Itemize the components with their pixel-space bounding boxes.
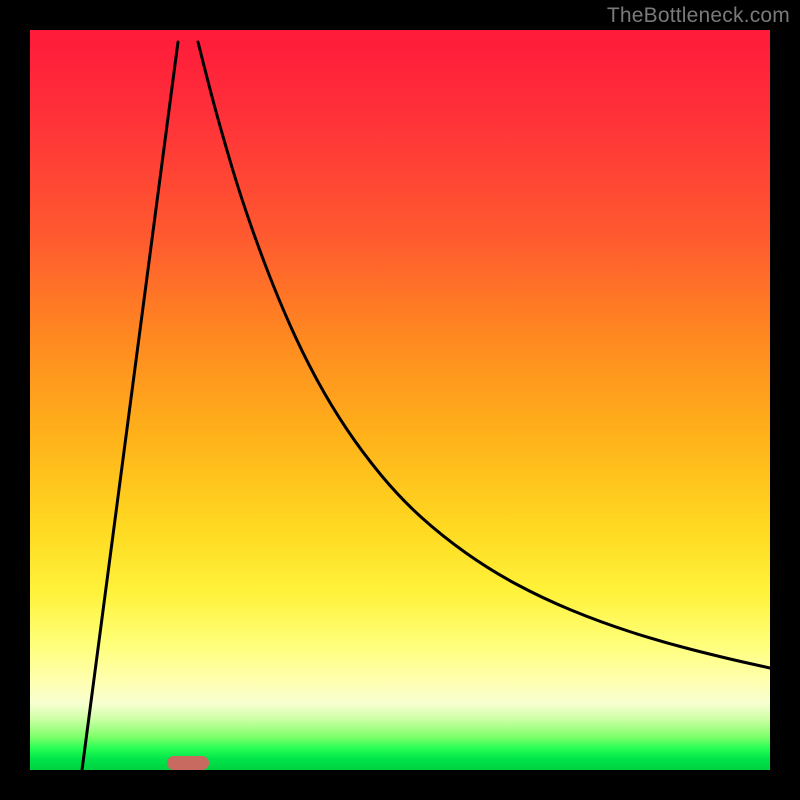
left-line [82,42,178,770]
watermark-text: TheBottleneck.com [607,4,790,28]
bottleneck-marker [167,756,209,770]
plot-area [30,30,770,770]
chart-frame: TheBottleneck.com [0,0,800,800]
right-asymptote [198,42,770,668]
curve-layer [30,30,770,770]
